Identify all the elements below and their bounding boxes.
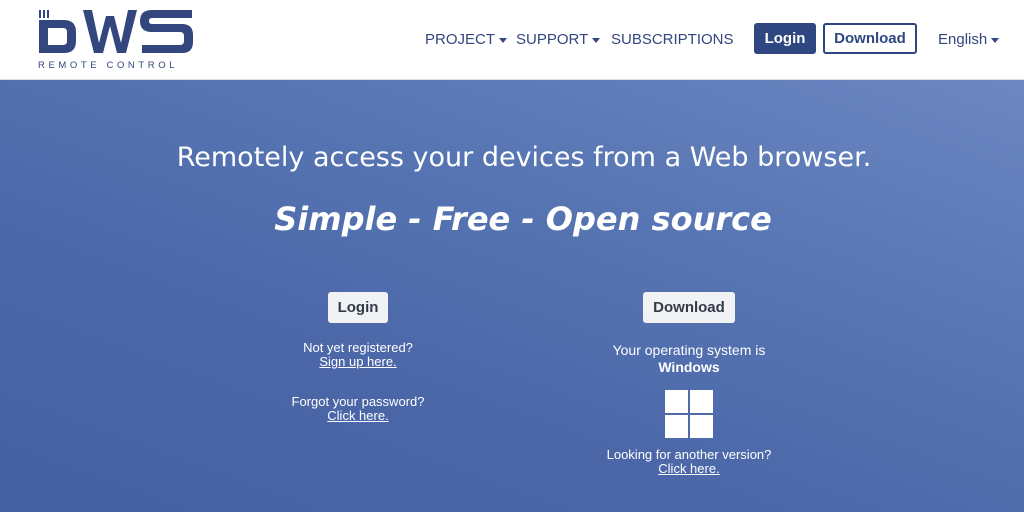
dws-logo-mark — [39, 10, 193, 53]
os-name: Windows — [658, 359, 720, 375]
nav-project-link[interactable]: PROJECT — [425, 30, 508, 48]
chevron-down-icon — [991, 37, 1000, 43]
top-navbar: REMOTE CONTROL PROJECT SUPPORT SUBSCRIPT… — [0, 0, 1024, 80]
other-version-text: Looking for another version? — [606, 447, 772, 462]
download-column: Download Your operating system is Window… — [569, 292, 809, 476]
logo-subtitle: REMOTE CONTROL — [38, 60, 179, 71]
not-registered-text: Not yet registered? — [303, 340, 413, 355]
language-selector[interactable]: English — [938, 0, 1000, 78]
hero-title: Remotely access your devices from a Web … — [176, 142, 872, 173]
forgot-password-text: Forgot your password? — [291, 394, 425, 409]
nav-subscriptions[interactable]: SUBSCRIPTIONS — [611, 0, 734, 78]
language-selector-link[interactable]: English — [938, 30, 1000, 48]
hero-download-button[interactable]: Download — [643, 292, 735, 323]
hero-tagline: Simple - Free - Open source — [274, 200, 772, 238]
nav-project-label: PROJECT — [425, 30, 496, 48]
dws-logo[interactable]: REMOTE CONTROL — [36, 8, 196, 72]
login-column: Login Not yet registered? Sign up here. … — [258, 292, 458, 423]
hero-login-button[interactable]: Login — [327, 292, 389, 323]
other-version-link[interactable]: Click here. — [569, 462, 809, 476]
nav-support[interactable]: SUPPORT — [516, 0, 601, 78]
language-label: English — [938, 30, 988, 48]
os-label: Your operating system is — [612, 342, 766, 358]
nav-support-label: SUPPORT — [516, 30, 589, 48]
chevron-down-icon — [592, 37, 601, 43]
header-login-button[interactable]: Login — [754, 23, 816, 54]
windows-icon — [665, 390, 713, 438]
nav-support-link[interactable]: SUPPORT — [516, 30, 601, 48]
chevron-down-icon — [499, 37, 508, 43]
forgot-password-link[interactable]: Click here. — [258, 409, 458, 423]
nav-project[interactable]: PROJECT — [425, 0, 508, 78]
hero-section: Remotely access your devices from a Web … — [0, 80, 1024, 512]
signup-link[interactable]: Sign up here. — [258, 355, 458, 369]
header-download-button[interactable]: Download — [823, 23, 917, 54]
nav-subscriptions-link[interactable]: SUBSCRIPTIONS — [611, 31, 734, 48]
